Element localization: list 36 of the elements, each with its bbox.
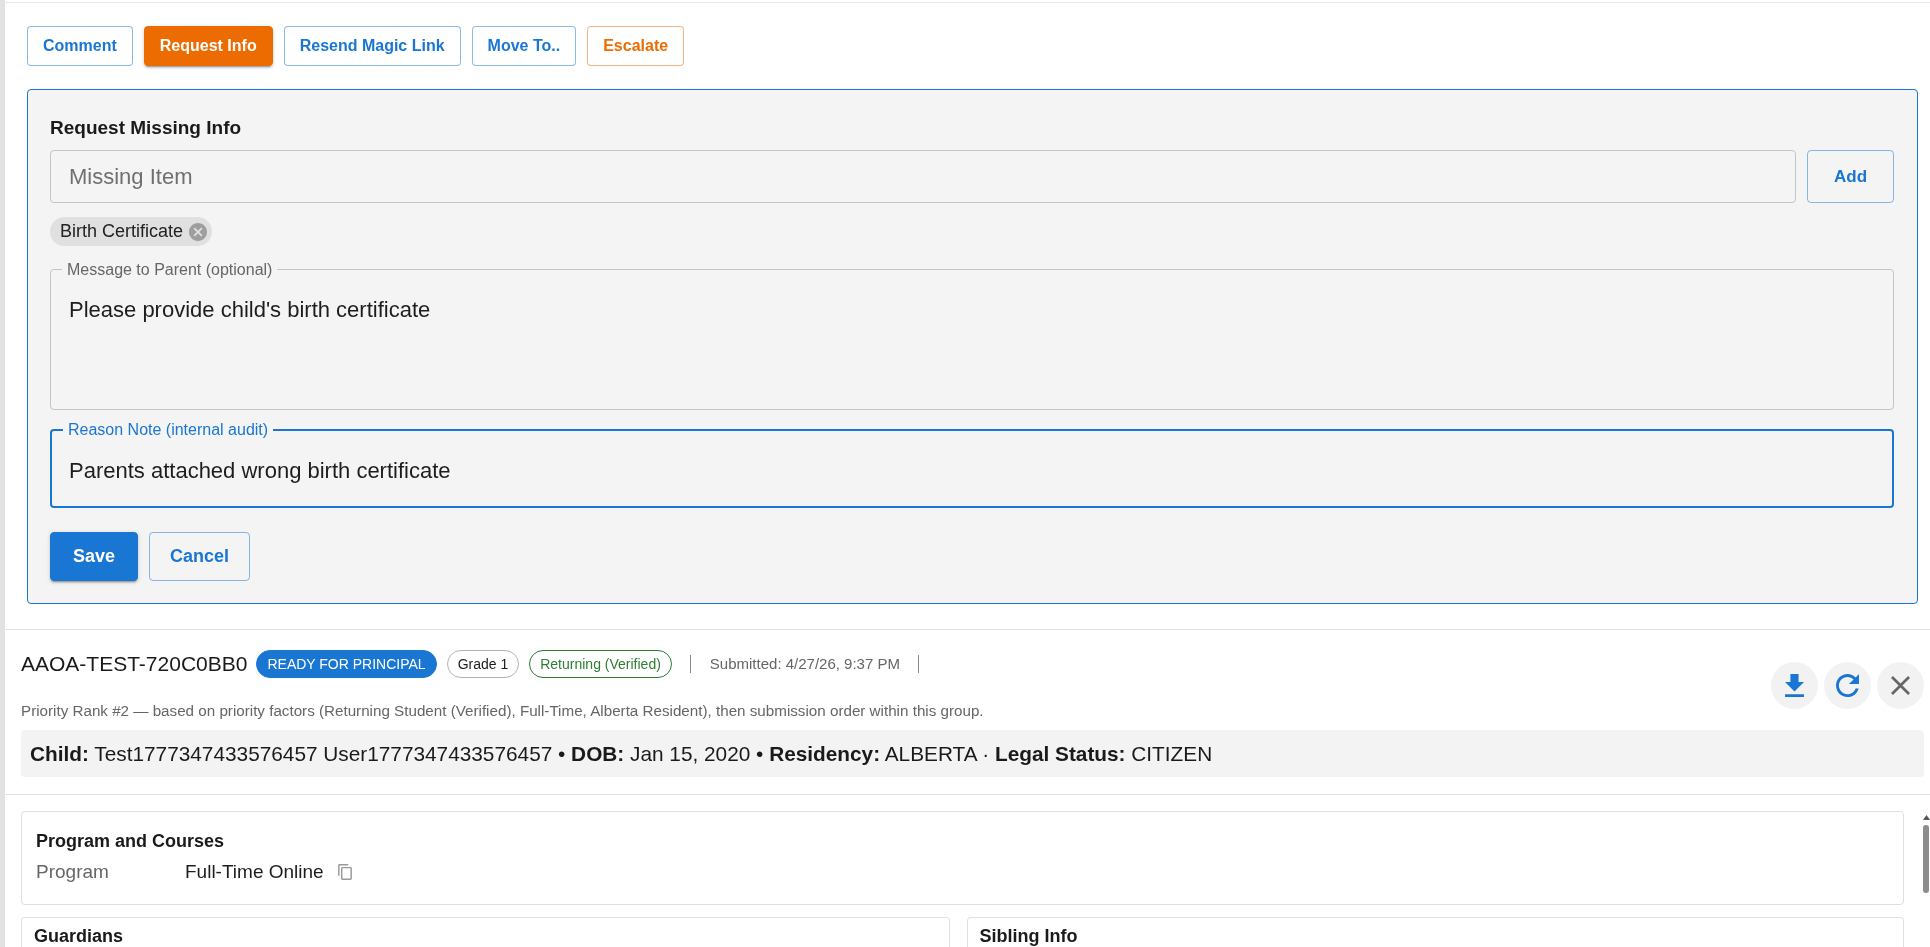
action-button[interactable]: Resend Magic Link <box>283 26 461 66</box>
field-label: Program <box>36 861 110 883</box>
panel-title: Request Missing Info <box>50 117 243 139</box>
action-button[interactable]: Request Info <box>143 26 273 66</box>
section-title: Sibling Info <box>979 926 1079 947</box>
section-title: Program and Courses <box>36 831 226 852</box>
download-icon[interactable] <box>1785 674 1804 697</box>
cancel-button[interactable]: Cancel <box>149 532 251 581</box>
action-button[interactable]: Escalate <box>587 26 685 66</box>
download-button[interactable] <box>1771 662 1818 709</box>
field-label: Message to Parent (optional) <box>66 260 274 279</box>
field-value: Full-Time Online <box>185 861 324 883</box>
submitted-date: Submitted: 4/27/26, 9:37 PM <box>709 653 900 674</box>
close-button[interactable] <box>1877 662 1924 709</box>
scrollbar-thumb[interactable] <box>1923 825 1929 893</box>
status-badge: READY FOR PRINCIPAL <box>256 650 437 678</box>
message-text-area[interactable]: Please provide child's birth certificate <box>69 296 1875 409</box>
missing-item-field[interactable]: Missing Item <box>50 150 1796 203</box>
copy-icon[interactable] <box>337 864 352 880</box>
refresh-icon[interactable] <box>1836 674 1859 697</box>
section-title: Guardians <box>34 926 125 947</box>
scroll-up-icon[interactable] <box>1923 815 1930 820</box>
child-summary: Child: Test1777347433576457 User1777347433576457 • DOB: Jan 15, 2020 • Residency: ALBERTA · Legal Status: CITIZEN <box>21 730 1924 777</box>
reason-note-field[interactable]: Reason Note (internal audit) Parents attached wrong birth certificate <box>50 420 1894 508</box>
close-icon[interactable] <box>1891 676 1910 695</box>
record-id: AAOA-TEST-720C0BB0 <box>21 651 248 678</box>
field-label: Reason Note (internal audit) <box>67 420 270 439</box>
reason-note-input[interactable]: Parents attached wrong birth certificate <box>69 457 1875 485</box>
add-button[interactable]: Add <box>1807 150 1894 203</box>
action-button[interactable]: Comment <box>27 26 133 66</box>
missing-item-chip[interactable]: Birth Certificate <box>50 217 213 246</box>
priority-note: Priority Rank #2 — based on priority factors (Returning Student (Verified), Full-Time, Alberta Resident), then submission order within this group. <box>21 701 985 721</box>
save-button[interactable]: Save <box>50 532 139 581</box>
action-button[interactable]: Move To.. <box>471 26 577 66</box>
refresh-button[interactable] <box>1824 662 1871 709</box>
message-field[interactable]: Message to Parent (optional) Please provide child's birth certificate <box>50 260 1894 410</box>
